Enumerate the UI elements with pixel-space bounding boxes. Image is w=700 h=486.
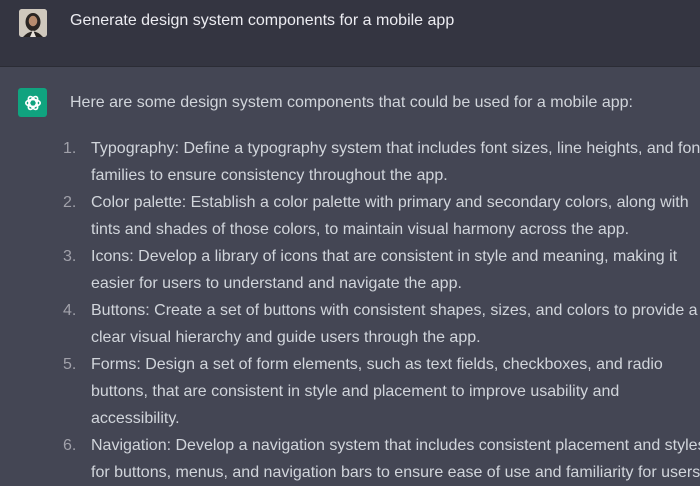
list-item: 5. Forms: Design a set of form elements,…: [0, 351, 700, 432]
list-item: 3. Icons: Develop a library of icons tha…: [0, 243, 700, 297]
list-item-number: 2.: [63, 194, 77, 211]
list-item-number: 5.: [63, 356, 77, 373]
list-item: 6. Navigation: Develop a navigation syst…: [0, 432, 700, 486]
openai-logo-icon: [18, 88, 47, 117]
user-avatar: [19, 9, 47, 37]
list-item-line: clear visual hierarchy and guide users t…: [91, 329, 481, 346]
user-message-text: Generate design system components for a …: [70, 12, 455, 29]
list-item: 4. Buttons: Create a set of buttons with…: [0, 297, 700, 351]
list-item: 2. Color palette: Establish a color pale…: [0, 189, 700, 243]
list-item-number: 1.: [63, 140, 77, 157]
list-item-number: 4.: [63, 302, 77, 319]
list-item: 1. Typography: Define a typography syste…: [0, 135, 700, 189]
openai-logo-glyph: [24, 95, 41, 110]
list-item-line: buttons, that are consistent in style an…: [91, 383, 620, 400]
list-item-line: Color palette: Establish a color palette…: [91, 194, 689, 211]
list-item-line: Buttons: Create a set of buttons with co…: [91, 302, 698, 319]
list-item-line: easier for users to understand and navig…: [91, 275, 462, 292]
user-message: Generate design system components for a …: [0, 0, 700, 67]
assistant-message: Here are some design system components t…: [0, 67, 700, 483]
list-item-line: tints and shades of those colors, to mai…: [91, 221, 630, 238]
list-item-line: families to ensure consistency throughou…: [91, 167, 448, 184]
list-item-line: Forms: Design a set of form elements, su…: [91, 356, 663, 373]
user-avatar-image: [19, 9, 47, 37]
list-item-number: 6.: [63, 437, 77, 454]
list-item-line: for buttons, menus, and navigation bars …: [91, 464, 700, 481]
list-item-line: Typography: Define a typography system t…: [91, 140, 700, 157]
component-list: 1. Typography: Define a typography syste…: [0, 135, 700, 486]
list-item-line: Icons: Develop a library of icons that a…: [91, 248, 678, 265]
assistant-intro-text: Here are some design system components t…: [70, 94, 633, 111]
list-item-line: accessibility.: [91, 410, 180, 427]
list-item-number: 3.: [63, 248, 77, 265]
list-item-line: Navigation: Develop a navigation system …: [91, 437, 700, 454]
